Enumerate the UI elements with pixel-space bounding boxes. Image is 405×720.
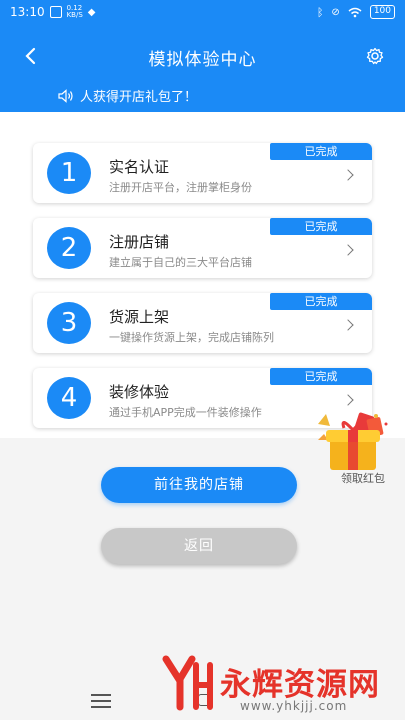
status-badge: 已完成 [270,293,372,310]
settings-button[interactable] [361,42,389,70]
step-title: 实名认证 [109,158,170,176]
watermark: 永辉资源网 www.yhkjjj.com [162,655,402,717]
chevron-right-icon [342,244,354,256]
watermark-text: 永辉资源网 [220,667,380,703]
red-packet-gift-icon [318,412,388,470]
step-desc: 通过手机APP完成一件装修操作 [109,406,262,419]
battery-indicator: 100 [369,5,395,19]
menu-icon[interactable] [91,694,111,708]
step-desc: 建立属于自己的三大平台店铺 [109,256,252,269]
chevron-right-icon [342,319,354,331]
notice-bar: 人获得开店礼包了！ [58,86,197,105]
status-badge: 已完成 [270,368,372,385]
step-number: 4 [47,377,91,419]
chevron-right-icon [342,394,354,406]
app-status-icon: ◆ [87,6,96,18]
step-title: 货源上架 [109,308,170,326]
watermark-url: www.yhkjjj.com [240,699,348,713]
network-speed: 0.12 KB/S [66,4,83,19]
return-button[interactable]: 返回 [101,528,297,564]
chevron-right-icon [342,169,354,181]
watermark-logo-icon [162,655,213,711]
status-bar: 13:10 0.12 KB/S ◆ ᛒ ⊘ 100 [0,0,405,28]
gift-label[interactable]: 领取红包 [341,470,385,486]
go-to-my-shop-button[interactable]: 前往我的店铺 [101,467,297,503]
step-number: 2 [47,227,91,269]
status-badge: 已完成 [270,143,372,160]
page-title: 模拟体验中心 [148,50,257,70]
step-title: 注册店铺 [109,233,170,251]
app-header: 模拟体验中心 [0,36,405,76]
status-badge: 已完成 [270,218,372,235]
bluetooth-icon: ᛒ [316,5,324,19]
step-number: 3 [47,302,91,344]
status-time: 13:10 [10,5,45,19]
wifi-icon [348,7,362,17]
notice-text: 人获得开店礼包了！ [80,90,198,105]
step-card-1[interactable]: 1 实名认证 注册开店平台，注册掌柜身份 已完成 [33,143,372,203]
speaker-icon [58,88,73,103]
step-desc: 注册开店平台，注册掌柜身份 [109,181,252,194]
step-number: 1 [47,152,91,194]
step-card-3[interactable]: 3 货源上架 一键操作货源上架，完成店铺陈列 已完成 [33,293,372,353]
step-title: 装修体验 [109,383,170,401]
gear-icon [366,47,384,65]
step-card-2[interactable]: 2 注册店铺 建立属于自己的三大平台店铺 已完成 [33,218,372,278]
notification-icon [49,6,62,18]
step-desc: 一键操作货源上架，完成店铺陈列 [109,331,274,344]
mute-icon: ⊘ [331,6,340,18]
